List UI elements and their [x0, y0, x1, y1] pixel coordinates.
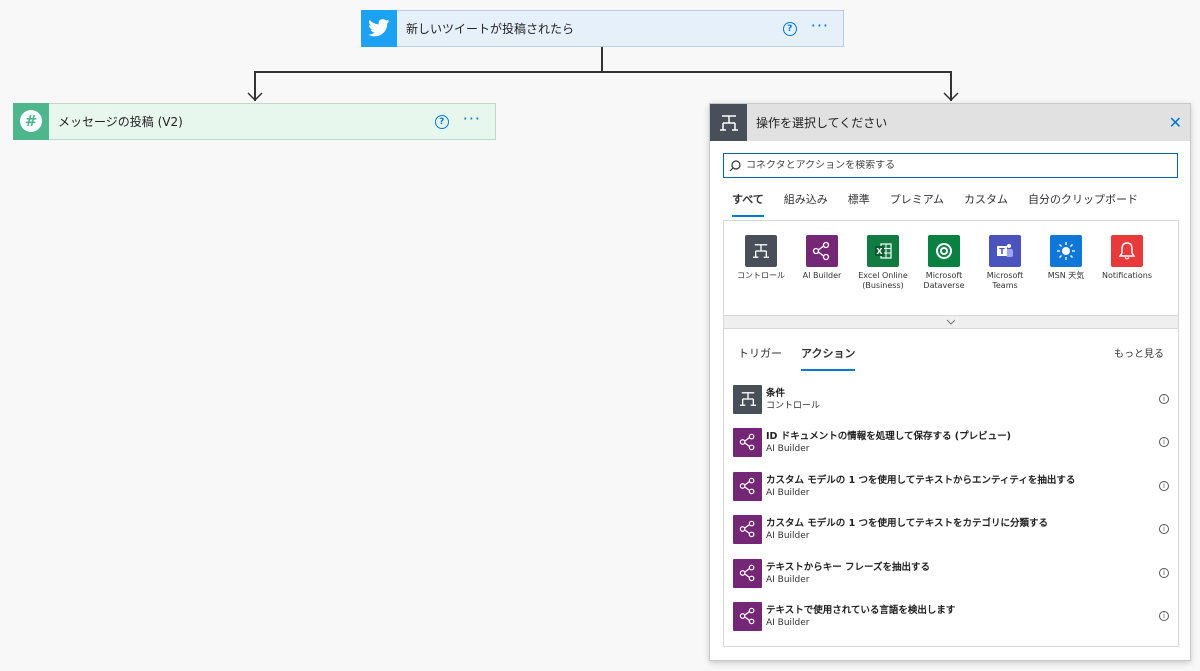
tab-built-in[interactable]: 組み込み — [784, 191, 828, 217]
ai-builder-icon — [733, 427, 762, 457]
action-name: カスタム モデルの 1 つを使用してテキストをカテゴリに分類する — [766, 517, 1048, 529]
action-connector: コントロール — [766, 400, 821, 411]
info-icon[interactable]: i — [1159, 394, 1169, 404]
action-name: ID ドキュメントの情報を処理して保存する (プレビュー) — [766, 430, 1011, 442]
action-item[interactable]: テキストからキー フレーズを抽出する AI Builder i — [733, 557, 1169, 589]
ai-builder-icon — [733, 471, 762, 501]
connector-ai-builder[interactable]: AI Builder — [791, 235, 853, 281]
more-options-icon[interactable]: ··· — [811, 17, 829, 37]
connector-label: コントロール — [737, 271, 785, 280]
flow-connector-horizontal — [254, 71, 951, 73]
connector-label: Excel Online (Business) — [858, 271, 908, 290]
action-text: テキストからキー フレーズを抽出する AI Builder — [762, 561, 1159, 586]
action-item[interactable]: ID ドキュメントの情報を処理して保存する (プレビュー) AI Builder i — [733, 426, 1169, 458]
trigger-title: 新しいツイートが投稿されたら — [406, 22, 575, 36]
action-text: カスタム モデルの 1 つを使用してテキストをカテゴリに分類する AI Build… — [762, 517, 1159, 542]
help-icon[interactable]: ? — [782, 21, 797, 36]
connector-label: AI Builder — [802, 271, 842, 280]
panel-header: 操作を選択してください ✕ — [710, 104, 1190, 141]
left-arrow-icon — [247, 92, 263, 102]
action-text: 条件 コントロール — [762, 387, 1159, 412]
twitter-trigger-step[interactable]: 新しいツイートが投稿されたら ? ··· — [361, 9, 844, 47]
action-connector: AI Builder — [766, 443, 810, 454]
connector-label: Microsoft Teams — [986, 271, 1024, 290]
info-icon[interactable]: i — [1159, 611, 1169, 621]
connector-msn-weather[interactable]: MSN 天気 — [1035, 235, 1097, 281]
search-icon — [724, 159, 746, 172]
action-connector: AI Builder — [766, 617, 810, 628]
control-icon — [733, 384, 762, 414]
connector-teams[interactable]: T Microsoft Teams — [974, 235, 1036, 291]
action-item[interactable]: カスタム モデルの 1 つを使用してテキストをカテゴリに分類する AI Build… — [733, 513, 1169, 545]
action-text: テキストで使用されている言語を検出します AI Builder — [762, 604, 1159, 629]
dataverse-icon — [928, 235, 960, 267]
panel-title: 操作を選択してください — [756, 116, 888, 130]
svg-text:X: X — [876, 247, 883, 256]
post-message-step[interactable]: # メッセージの投稿 (V2) ? ··· — [13, 102, 496, 140]
info-icon[interactable]: i — [1159, 524, 1169, 534]
action-name: 条件 — [766, 387, 786, 399]
action-item[interactable]: カスタム モデルの 1 つを使用してテキストからエンティティを抽出する AI Bu… — [733, 470, 1169, 502]
search-box[interactable] — [723, 153, 1178, 178]
tab-all[interactable]: すべて — [732, 191, 764, 217]
actions-section: トリガー アクション もっと見る 条件 コントロール i ID ドキュメントの情報を処… — [723, 329, 1179, 647]
svg-text:T: T — [999, 247, 1005, 256]
tab-actions[interactable]: アクション — [801, 345, 856, 371]
excel-icon: X — [867, 235, 899, 267]
tab-standard[interactable]: 標準 — [848, 191, 870, 217]
choose-operation-panel: 操作を選択してください ✕ すべて 組み込み 標準 プレミアム カスタム 自分の… — [709, 103, 1191, 661]
flow-connector-vertical — [601, 47, 603, 72]
action-item[interactable]: テキストで使用されている言語を検出します AI Builder i — [733, 600, 1169, 632]
chevron-down-icon — [946, 319, 956, 325]
connector-control[interactable]: コントロール — [730, 235, 792, 281]
tab-premium[interactable]: プレミアム — [890, 191, 944, 217]
trigger-action-tabs: トリガー アクション — [738, 345, 874, 371]
action-item[interactable]: 条件 コントロール i — [733, 383, 1169, 415]
connector-label: Notifications — [1101, 271, 1153, 280]
connector-label: MSN 天気 — [1047, 271, 1085, 280]
action-name: カスタム モデルの 1 つを使用してテキストからエンティティを抽出する — [766, 474, 1076, 486]
search-input[interactable] — [746, 160, 1177, 171]
action-text: ID ドキュメントの情報を処理して保存する (プレビュー) AI Builder — [762, 430, 1159, 455]
teams-icon: T — [989, 235, 1021, 267]
connector-excel-online[interactable]: X Excel Online (Business) — [852, 235, 914, 291]
svg-text:#: # — [25, 112, 38, 130]
connector-notifications[interactable]: Notifications — [1096, 235, 1158, 281]
tab-triggers[interactable]: トリガー — [738, 345, 782, 371]
slack-icon: # — [13, 102, 49, 140]
twitter-icon — [361, 9, 397, 47]
ai-builder-icon — [733, 601, 762, 631]
action-connector: AI Builder — [766, 487, 810, 498]
control-icon — [745, 235, 777, 267]
close-icon[interactable]: ✕ — [1169, 113, 1182, 132]
action-text: カスタム モデルの 1 つを使用してテキストからエンティティを抽出する AI Bu… — [762, 474, 1159, 499]
ai-builder-icon — [733, 558, 762, 588]
action-name: テキストからキー フレーズを抽出する — [766, 561, 931, 573]
info-icon[interactable]: i — [1159, 437, 1169, 447]
action-name: テキストで使用されている言語を検出します — [766, 604, 956, 616]
info-icon[interactable]: i — [1159, 481, 1169, 491]
ai-builder-icon — [733, 514, 762, 544]
connector-label: Microsoft Dataverse — [923, 271, 965, 290]
action-connector: AI Builder — [766, 530, 810, 541]
step-title: メッセージの投稿 (V2) — [58, 115, 183, 129]
bell-icon — [1111, 235, 1143, 267]
expand-connectors-button[interactable] — [723, 315, 1179, 329]
category-tabs: すべて 組み込み 標準 プレミアム カスタム 自分のクリップボード — [732, 191, 1158, 217]
tab-my-clipboard[interactable]: 自分のクリップボード — [1028, 191, 1138, 217]
tab-custom[interactable]: カスタム — [964, 191, 1008, 217]
weather-icon — [1050, 235, 1082, 267]
control-icon — [710, 104, 747, 141]
help-icon[interactable]: ? — [434, 114, 449, 129]
info-icon[interactable]: i — [1159, 568, 1169, 578]
connector-dataverse[interactable]: Microsoft Dataverse — [913, 235, 975, 291]
ai-builder-icon — [806, 235, 838, 267]
right-arrow-icon — [943, 92, 959, 102]
more-options-icon[interactable]: ··· — [463, 110, 481, 130]
see-more-link[interactable]: もっと見る — [1114, 345, 1164, 360]
action-connector: AI Builder — [766, 574, 810, 585]
connector-grid: コントロール AI Builder X Excel Online (Busine… — [723, 220, 1179, 330]
